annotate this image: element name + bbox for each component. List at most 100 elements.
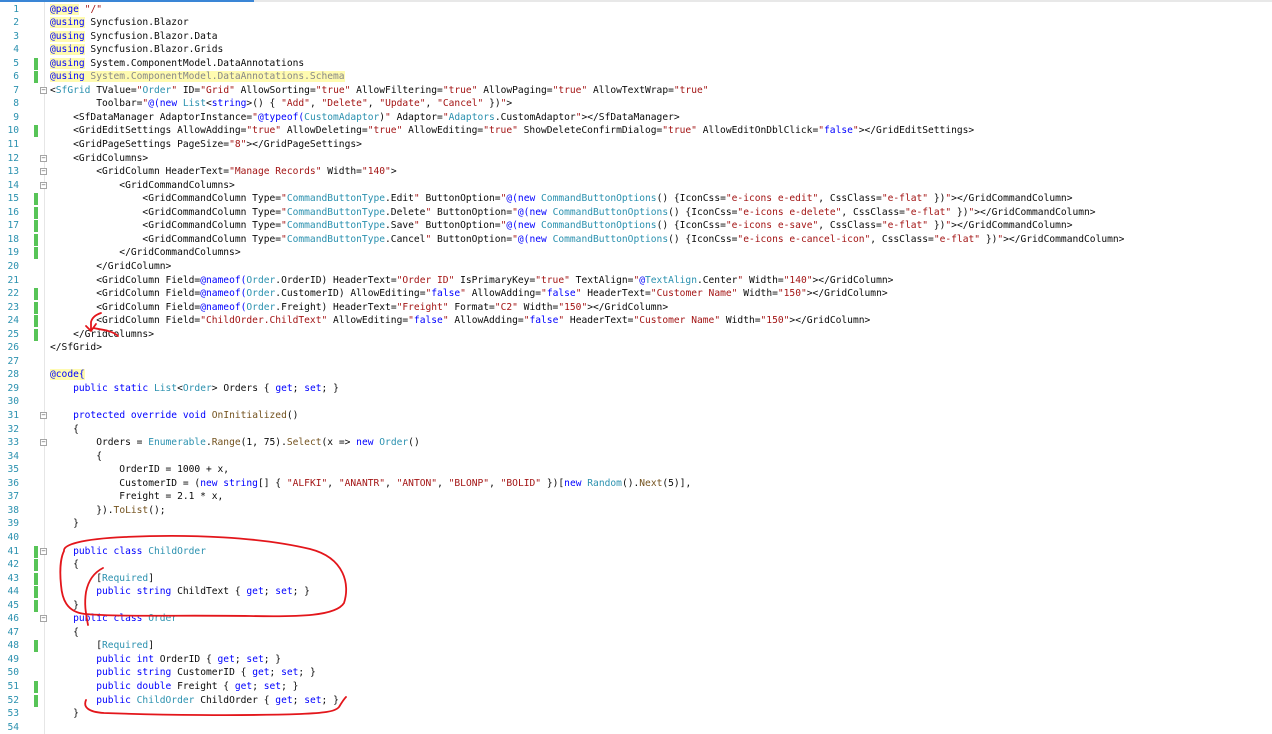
code-text: <GridPageSettings PageSize="8"></GridPag… [50, 138, 362, 152]
code-line[interactable]: 41 public class ChildOrder [0, 545, 1272, 559]
code-line[interactable]: 40 [0, 531, 1272, 545]
code-text: <GridColumns> [50, 152, 148, 166]
code-line[interactable]: 16 <GridCommandColumn Type="CommandButto… [0, 206, 1272, 220]
change-marker [34, 572, 38, 585]
code-line[interactable]: 44 public string ChildText { get; set; } [0, 585, 1272, 599]
code-token: Width= [737, 288, 778, 300]
code-text: <GridCommandColumn Type="CommandButtonTy… [50, 233, 1124, 247]
code-line[interactable]: 35 OrderID = 1000 + x, [0, 463, 1272, 477]
code-line[interactable]: 7 <SfGrid TValue="Order" ID="Grid" AllowS… [0, 84, 1272, 98]
change-marker [34, 233, 38, 246]
code-line[interactable]: 1 @page "/" [0, 3, 1272, 17]
code-line[interactable]: 22 <GridColumn Field=@nameof(Order.Custo… [0, 287, 1272, 301]
code-token: Adaptor= [390, 111, 443, 123]
code-line[interactable]: 42 { [0, 558, 1272, 572]
code-token: Syncfusion.Blazor.Data [84, 30, 218, 42]
code-line[interactable]: 17 <GridCommandColumn Type="CommandButto… [0, 219, 1272, 233]
code-line[interactable]: 29 public static List<Order> Orders { ge… [0, 382, 1272, 396]
code-line[interactable]: 33 Orders = Enumerable.Range(1, 75).Sele… [0, 436, 1272, 450]
code-line[interactable]: 36 CustomerID = (new string[] { "ALFKI",… [0, 477, 1272, 491]
code-line[interactable]: 47 { [0, 626, 1272, 640]
code-token: "Grid" [200, 84, 235, 96]
code-line[interactable]: 30 [0, 395, 1272, 409]
code-token: ></GridColumn> [789, 315, 871, 327]
code-line[interactable]: 3 @using Syncfusion.Blazor.Data [0, 30, 1272, 44]
collapse-icon[interactable] [40, 412, 47, 419]
collapse-icon[interactable] [40, 615, 47, 623]
code-line[interactable]: 5 @using System.ComponentModel.DataAnnota… [0, 57, 1272, 71]
code-line[interactable]: 10 <GridEditSettings AllowAdding="true" … [0, 124, 1272, 138]
code-line[interactable]: 48 [Required] [0, 639, 1272, 653]
code-text: <GridCommandColumn Type="CommandButtonTy… [50, 219, 1072, 233]
code-line[interactable]: 52 public ChildOrder ChildOrder { get; s… [0, 694, 1272, 708]
code-line[interactable]: 39 } [0, 517, 1272, 531]
collapse-icon[interactable] [40, 181, 47, 189]
code-token: false [546, 288, 576, 300]
code-line[interactable]: 38 }).ToList(); [0, 504, 1272, 518]
collapse-icon[interactable] [40, 86, 47, 94]
code-line[interactable]: 14 <GridCommandColumns> [0, 179, 1272, 193]
collapse-icon[interactable] [40, 547, 47, 555]
code-editor[interactable]: 1 @page "/" 2 @using Syncfusion.Blazor 3 @usi… [0, 0, 1272, 734]
code-line[interactable]: 28 @code{ [0, 368, 1272, 382]
code-token: "Manage Records" [229, 166, 322, 178]
code-token: ></GridCommandColumn> [1003, 233, 1125, 245]
change-marker [34, 220, 38, 233]
code-line[interactable]: 31 protected override void OnInitialized… [0, 409, 1272, 423]
code-token: AllowEditing= [344, 288, 426, 300]
code-line[interactable]: 6 @using System.ComponentModel.DataAnnota… [0, 70, 1272, 84]
code-line[interactable]: 11 <GridPageSettings PageSize="8"></Grid… [0, 138, 1272, 152]
code-line[interactable]: 24 <GridColumn Field="ChildOrder.ChildTe… [0, 314, 1272, 328]
collapse-icon[interactable] [40, 439, 47, 447]
code-line[interactable]: 19 </GridCommandColumns> [0, 246, 1272, 260]
code-line[interactable]: 20 </GridColumn> [0, 260, 1272, 274]
line-number: 5 [13, 57, 19, 69]
code-token: <GridCommandColumn Type= [50, 206, 282, 218]
code-token: <GridCommandColumn Type= [50, 233, 282, 245]
line-number: 53 [7, 708, 19, 720]
code-line[interactable]: 45 } [0, 599, 1272, 613]
code-token: @using [50, 71, 85, 83]
code-line[interactable]: 50 public string CustomerID { get; set; … [0, 666, 1272, 680]
code-line[interactable]: 26 </SfGrid> [0, 341, 1272, 355]
code-line[interactable]: 51 public double Freight { get; set; } [0, 680, 1272, 694]
code-line[interactable]: 18 <GridCommandColumn Type="CommandButto… [0, 233, 1272, 247]
code-line[interactable]: 46 public class Order [0, 612, 1272, 626]
code-line[interactable]: 23 <GridColumn Field=@nameof(Order.Freig… [0, 301, 1272, 315]
code-line[interactable]: 9 <SfDataManager AdaptorInstance="@typeo… [0, 111, 1272, 125]
code-token: AllowPaging= [477, 84, 553, 96]
code-token: Toolbar= [50, 98, 143, 110]
code-line[interactable]: 32 { [0, 423, 1272, 437]
code-token: Orders = [50, 437, 149, 449]
code-line[interactable]: 34 { [0, 450, 1272, 464]
code-line[interactable]: 21 <GridColumn Field=@nameof(Order.Order… [0, 274, 1272, 288]
code-line[interactable]: 53 } [0, 707, 1272, 721]
code-line[interactable]: 12 <GridColumns> [0, 152, 1272, 166]
code-token: double [136, 681, 172, 692]
collapse-icon[interactable] [40, 168, 47, 176]
code-line[interactable]: 27 [0, 355, 1272, 369]
line-number: 39 [7, 518, 19, 530]
collapse-icon[interactable] [40, 154, 47, 162]
code-line[interactable]: 25 </GridColumns> [0, 328, 1272, 342]
line-number: 15 [7, 193, 19, 205]
code-token: ; } [292, 586, 310, 598]
code-token: "BOLID" [500, 477, 542, 489]
code-line[interactable]: 15 <GridCommandColumn Type="CommandButto… [0, 192, 1272, 206]
code-token: "8" [229, 139, 247, 150]
code-line[interactable]: 4 @using Syncfusion.Blazor.Grids [0, 43, 1272, 57]
code-line[interactable]: 8 Toolbar="@(new List<string>() { "Add",… [0, 97, 1272, 111]
code-text: protected override void OnInitialized() [50, 409, 298, 423]
code-line[interactable]: 37 Freight = 2.1 * x, [0, 490, 1272, 504]
line-number: 52 [7, 694, 19, 706]
code-line[interactable]: 43 [Required] [0, 572, 1272, 586]
code-line[interactable]: 2 @using Syncfusion.Blazor [0, 16, 1272, 30]
code-line[interactable]: 54 [0, 721, 1272, 734]
code-token: ; [269, 667, 282, 679]
code-text: @code{ [50, 368, 85, 382]
code-line[interactable]: 13 <GridColumn HeaderText="Manage Record… [0, 165, 1272, 179]
code-token: ChildOrder [148, 545, 206, 557]
code-line[interactable]: 49 public int OrderID { get; set; } [0, 653, 1272, 667]
code-token: Required [101, 572, 149, 584]
